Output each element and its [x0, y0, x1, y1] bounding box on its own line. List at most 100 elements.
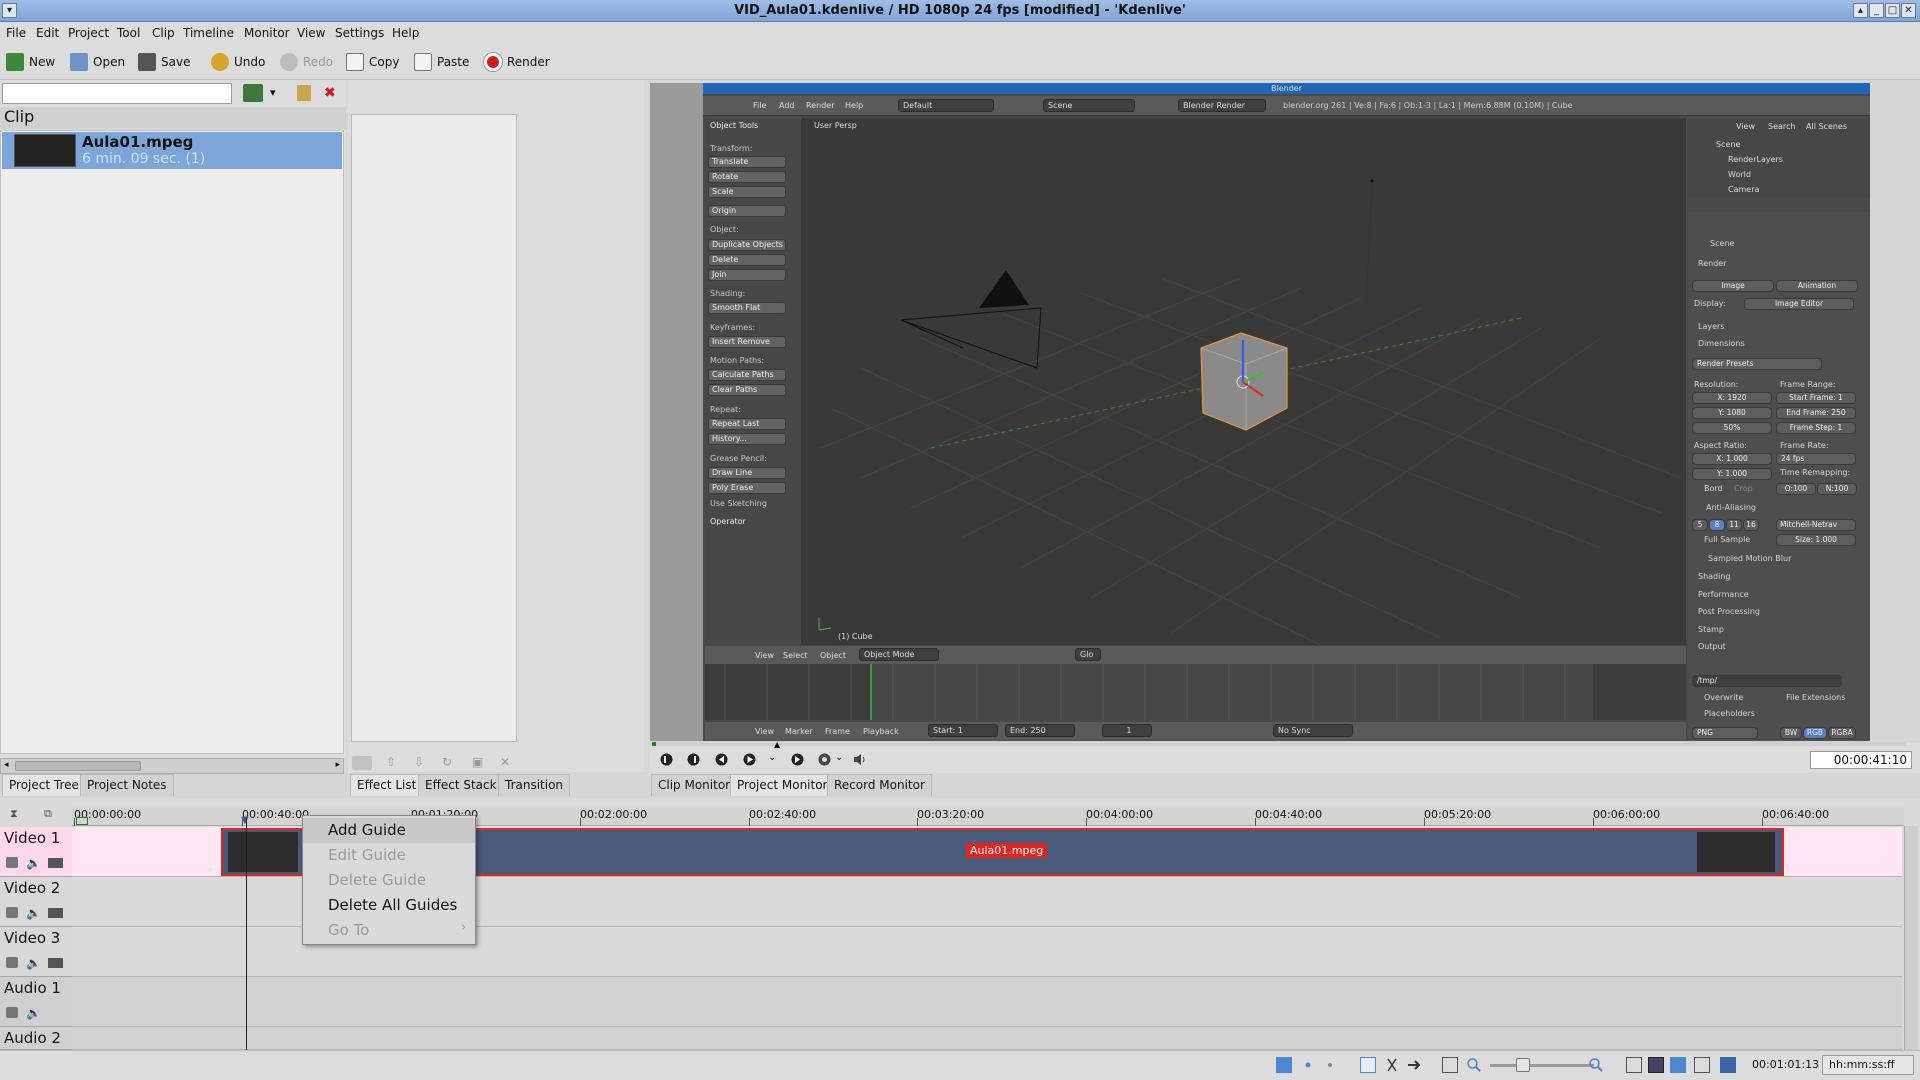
menu-monitor[interactable]: Monitor	[244, 26, 290, 40]
effect-up-icon[interactable]: ⇧	[386, 755, 396, 769]
hide-video-icon[interactable]	[48, 958, 63, 968]
menu-edit-guide[interactable]: Edit Guide	[303, 843, 475, 868]
settings-dropdown-icon[interactable]: ⌄	[835, 752, 843, 763]
maximize-window-icon[interactable]: □	[1885, 3, 1900, 18]
timeline-vertical-scrollbar[interactable]	[1904, 826, 1918, 1050]
tab-project-notes[interactable]: Project Notes	[80, 774, 174, 796]
play-icon[interactable]	[742, 752, 757, 767]
menu-delete-all-guides[interactable]: Delete All Guides	[303, 893, 475, 918]
menu-view[interactable]: View	[297, 26, 325, 40]
render-button[interactable]: Render	[484, 51, 550, 73]
save-button[interactable]: Save	[138, 51, 190, 73]
menu-project[interactable]: Project	[68, 26, 109, 40]
track-header-video2[interactable]: Video 2 🔈	[0, 877, 72, 927]
effect-menu-icon[interactable]	[352, 756, 372, 770]
lock-icon[interactable]	[6, 957, 18, 968]
play-dropdown-icon[interactable]: ⌄	[768, 752, 776, 763]
scroll-left-icon[interactable]: ◂	[4, 760, 9, 770]
menu-add-guide[interactable]: Add Guide	[303, 818, 475, 843]
tab-transition[interactable]: Transition	[498, 774, 571, 796]
track-header-audio2[interactable]: Audio 2	[0, 1027, 72, 1050]
spacer-tool-icon[interactable]	[1406, 1057, 1422, 1073]
paste-button[interactable]: Paste	[414, 51, 469, 73]
close-window-icon[interactable]: ✕	[1901, 3, 1916, 18]
mute-audio-icon[interactable]: 🔈	[26, 956, 41, 970]
redo-button[interactable]: Redo	[280, 51, 333, 73]
open-button[interactable]: Open	[70, 51, 125, 73]
menu-clip[interactable]: Clip	[152, 26, 175, 40]
track-header-audio1[interactable]: Audio 1 🔈	[0, 977, 72, 1027]
monitor-seek-bar[interactable]	[652, 742, 1906, 746]
track-lane-audio1[interactable]	[72, 977, 1902, 1027]
menu-timeline[interactable]: Timeline	[183, 26, 234, 40]
zone-start-marker[interactable]	[76, 817, 88, 825]
fit-zoom-icon[interactable]	[1648, 1057, 1664, 1073]
hide-video-icon[interactable]	[48, 908, 63, 918]
tab-clip-monitor[interactable]: Clip Monitor	[651, 774, 738, 796]
project-search-input[interactable]	[2, 83, 232, 104]
monitor-settings-icon[interactable]	[817, 752, 832, 767]
mute-audio-icon[interactable]: 🔈	[26, 1006, 41, 1020]
show-audio-thumbs-icon[interactable]	[1694, 1057, 1710, 1073]
copy-button[interactable]: Copy	[346, 51, 399, 73]
effect-reset-icon[interactable]: ↻	[442, 755, 452, 769]
show-markers-icon[interactable]	[1720, 1057, 1736, 1073]
track-header-video1[interactable]: Video 1 🔈	[0, 827, 72, 877]
delete-clip-icon[interactable]: ✖	[324, 85, 336, 101]
mute-audio-icon[interactable]: 🔈	[26, 856, 41, 870]
edit-clip-icon[interactable]	[297, 85, 311, 101]
volume-icon[interactable]	[852, 752, 867, 767]
set-zone-end-icon[interactable]	[686, 752, 701, 767]
scrollbar-thumb[interactable]	[15, 761, 141, 771]
tab-effect-stack[interactable]: Effect Stack	[418, 774, 504, 796]
effect-list[interactable]	[351, 114, 517, 742]
add-clip-dropdown-icon[interactable]: ▾	[270, 86, 276, 99]
tab-project-monitor[interactable]: Project Monitor	[730, 774, 835, 796]
monitor-playhead-icon[interactable]: ▲	[774, 741, 780, 749]
scroll-right-icon[interactable]: ▸	[335, 760, 340, 770]
lock-icon[interactable]	[6, 907, 18, 918]
select-tool-icon[interactable]	[1360, 1057, 1376, 1073]
show-video-thumbs-icon[interactable]	[1670, 1057, 1686, 1073]
timeline-playhead-icon[interactable]: ▼	[241, 816, 249, 826]
track-header-video3[interactable]: Video 3 🔈	[0, 927, 72, 977]
audio-thumbnails-icon[interactable]	[1300, 1057, 1316, 1073]
menu-edit[interactable]: Edit	[36, 26, 59, 40]
hide-video-icon[interactable]	[48, 858, 63, 868]
undo-button[interactable]: Undo	[211, 51, 265, 73]
mute-audio-icon[interactable]: 🔈	[26, 906, 41, 920]
video-thumbnails-icon[interactable]	[1276, 1057, 1292, 1073]
shade-window-icon[interactable]: ▴	[1853, 3, 1868, 18]
markers-icon[interactable]	[1322, 1057, 1338, 1073]
zoom-in-icon[interactable]	[1588, 1057, 1604, 1073]
rewind-icon[interactable]	[714, 752, 729, 767]
snap-icon[interactable]	[1626, 1057, 1642, 1073]
tab-project-tree[interactable]: Project Tree	[2, 774, 86, 796]
effect-down-icon[interactable]: ⇩	[414, 755, 424, 769]
zoom-out-icon[interactable]	[1466, 1057, 1482, 1073]
lock-icon[interactable]	[6, 1007, 18, 1018]
add-clip-icon[interactable]	[243, 84, 263, 102]
menu-file[interactable]: File	[6, 26, 26, 40]
set-zone-start-icon[interactable]	[659, 752, 674, 767]
tab-effect-list[interactable]: Effect List	[350, 774, 424, 796]
track-lane-audio2[interactable]	[72, 1027, 1902, 1050]
menu-help[interactable]: Help	[392, 26, 419, 40]
zoom-fit-icon[interactable]: ⧗	[10, 807, 18, 821]
menu-delete-guide[interactable]: Delete Guide	[303, 868, 475, 893]
monitor-timecode[interactable]: 00:00:41:10	[1810, 751, 1912, 769]
timecode-format-select[interactable]: hh:mm:ss:ff	[1822, 1055, 1914, 1075]
lock-icon[interactable]	[6, 857, 18, 868]
minimize-window-icon[interactable]: _	[1869, 3, 1884, 18]
razor-tool-icon[interactable]	[1384, 1057, 1400, 1073]
new-button[interactable]: New	[6, 51, 55, 73]
track-options-icon[interactable]: ⧉	[44, 807, 52, 821]
split-audio-icon[interactable]	[1442, 1057, 1458, 1073]
forward-icon[interactable]	[790, 752, 805, 767]
clip-list-scrollbar[interactable]: ◂ ▸	[0, 758, 344, 774]
menu-settings[interactable]: Settings	[335, 26, 384, 40]
effect-delete-icon[interactable]: ✕	[500, 755, 510, 769]
zoom-slider[interactable]	[1490, 1064, 1594, 1067]
effect-save-icon[interactable]: ▣	[472, 755, 483, 769]
tab-record-monitor[interactable]: Record Monitor	[827, 774, 932, 796]
